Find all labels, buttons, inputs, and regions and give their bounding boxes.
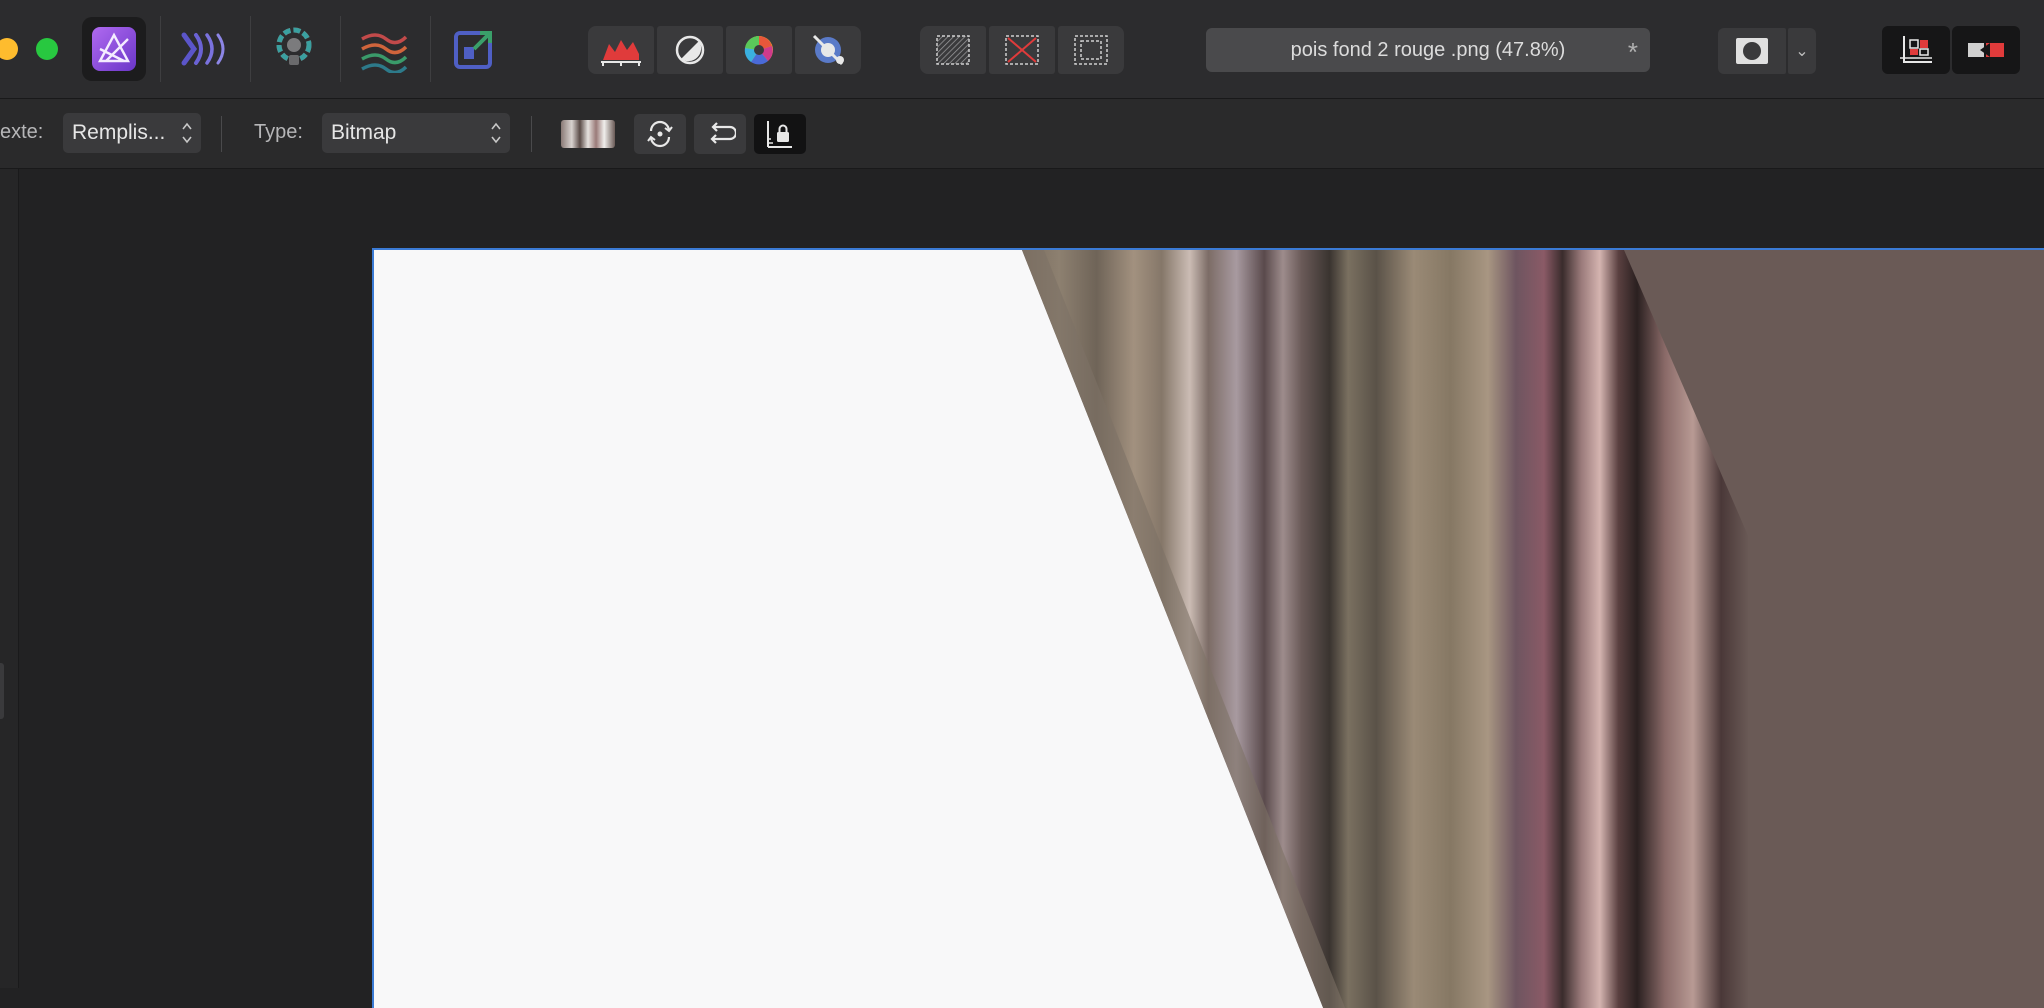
auto-contrast-button[interactable]: [657, 26, 723, 74]
main-toolbar: pois fond 2 rouge .png (47.8%) * ⌄: [0, 0, 2044, 99]
document-canvas[interactable]: [372, 248, 2044, 1008]
select-all-button[interactable]: [920, 26, 986, 74]
develop-persona-icon: [276, 27, 312, 65]
quick-mask-icon: [1736, 38, 1768, 64]
auto-colour-button[interactable]: [726, 26, 792, 74]
snapping-button[interactable]: [1882, 26, 1950, 74]
minimize-window-button[interactable]: [0, 38, 18, 60]
white-balance-button[interactable]: [795, 26, 861, 74]
reverse-icon: [710, 122, 736, 144]
export-persona-button[interactable]: [442, 17, 506, 81]
document-title: pois fond 2 rouge .png (47.8%): [1290, 38, 1566, 61]
deselect-icon: [1005, 35, 1039, 65]
document-tab[interactable]: pois fond 2 rouge .png (47.8%) *: [1206, 28, 1650, 72]
lock-icon: [767, 121, 792, 148]
updown-chevron-icon: [182, 122, 192, 144]
auto-adjust-group: [588, 26, 861, 74]
export-persona-icon: [454, 31, 492, 69]
deselect-button[interactable]: [989, 26, 1055, 74]
quick-mask-dropdown[interactable]: ⌄: [1788, 28, 1816, 74]
tone-mapping-persona-button[interactable]: [352, 17, 416, 81]
invert-selection-icon: [1074, 35, 1108, 65]
invert-selection-button[interactable]: [1058, 26, 1124, 74]
persona-separator: [250, 16, 251, 82]
levels-button[interactable]: [588, 26, 654, 74]
context-select[interactable]: Remplis...: [63, 113, 201, 153]
selection-group: [920, 26, 1124, 74]
levels-icon: [601, 40, 641, 66]
context-select-value: Remplis...: [72, 121, 166, 144]
auto-contrast-icon: [675, 35, 705, 65]
lock-fill-button[interactable]: [754, 114, 806, 154]
photo-persona-icon: [92, 27, 136, 71]
photo-persona-button[interactable]: [82, 17, 146, 81]
color-wheel-icon: [744, 35, 773, 65]
snapping-icon: [1900, 36, 1932, 63]
persona-separator: [430, 16, 431, 82]
context-label: exte:: [0, 121, 44, 143]
liquify-persona-button[interactable]: [172, 17, 236, 81]
context-toolbar: [0, 99, 2044, 169]
select-all-icon: [936, 35, 970, 65]
panel-handle[interactable]: [0, 663, 4, 719]
updown-chevron-icon: [491, 122, 501, 144]
reset-icon: [647, 120, 673, 148]
context-separator: [221, 116, 222, 152]
quick-mask-button[interactable]: [1718, 28, 1786, 74]
white-balance-icon: [812, 34, 844, 66]
reset-fill-button[interactable]: [634, 114, 686, 154]
assistant-button[interactable]: [1952, 26, 2020, 74]
type-select[interactable]: Bitmap: [322, 113, 510, 153]
bitmap-thumbnail[interactable]: [561, 120, 615, 148]
chevron-down-icon: ⌄: [1795, 43, 1809, 60]
type-label: Type:: [254, 121, 303, 143]
develop-persona-button[interactable]: [262, 17, 326, 81]
tone-mapping-persona-icon: [361, 33, 408, 73]
reverse-fill-button[interactable]: [694, 114, 746, 154]
assistant-icon: [1968, 43, 2004, 57]
persona-separator: [160, 16, 161, 82]
context-separator: [531, 116, 532, 152]
bitmap-fill-artwork: [374, 250, 2044, 1008]
left-panel-strip: [0, 169, 19, 988]
unsaved-indicator: *: [1627, 37, 1638, 67]
liquify-persona-icon: [181, 32, 225, 66]
persona-separator: [340, 16, 341, 82]
zoom-window-button[interactable]: [36, 38, 58, 60]
type-select-value: Bitmap: [331, 121, 397, 144]
